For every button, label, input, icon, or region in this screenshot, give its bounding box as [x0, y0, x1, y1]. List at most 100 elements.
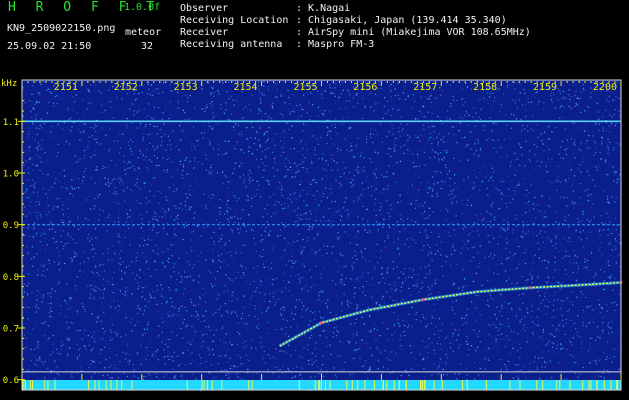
noise-dot — [527, 125, 529, 127]
noise-dot — [184, 271, 186, 273]
noise-dot — [140, 171, 142, 173]
noise-dot — [33, 256, 35, 258]
noise-dot — [599, 276, 602, 279]
noise-dot — [117, 203, 119, 205]
noise-dot — [369, 231, 371, 233]
noise-dot — [420, 134, 422, 136]
noise-dot — [275, 348, 277, 350]
noise-dot — [86, 256, 88, 258]
noise-dot — [386, 357, 388, 359]
noise-dot — [449, 235, 451, 237]
noise-dot — [410, 352, 412, 354]
noise-dot — [544, 360, 546, 362]
noise-dot — [340, 93, 343, 95]
noise-dot — [215, 195, 218, 197]
noise-dot — [263, 81, 265, 83]
noise-dot — [439, 117, 441, 119]
noise-dot — [212, 112, 214, 114]
noise-dot — [440, 180, 442, 182]
noise-dot — [117, 212, 119, 214]
noise-dot — [517, 107, 519, 109]
noise-dot — [73, 188, 75, 190]
noise-dot — [541, 161, 543, 163]
noise-dot — [234, 125, 236, 127]
noise-dot — [333, 367, 335, 369]
noise-dot — [558, 351, 560, 353]
noise-dot — [527, 279, 529, 281]
noise-dot — [139, 309, 142, 311]
noise-dot — [344, 201, 346, 203]
noise-dot — [443, 136, 445, 138]
noise-dot — [260, 234, 263, 236]
noise-dot — [525, 233, 527, 235]
noise-dot — [580, 150, 582, 152]
noise-dot — [451, 323, 453, 326]
noise-dot — [48, 262, 51, 265]
noise-dot — [208, 270, 211, 272]
noise-dot — [182, 238, 184, 241]
noise-dot — [227, 194, 229, 196]
noise-dot — [36, 290, 38, 292]
noise-dot — [597, 299, 600, 301]
noise-dot — [340, 184, 343, 186]
noise-dot — [230, 228, 232, 231]
noise-dot — [140, 227, 142, 229]
noise-dot — [427, 236, 429, 238]
noise-dot — [28, 158, 30, 160]
noise-dot — [272, 107, 274, 109]
noise-dot — [182, 352, 184, 354]
noise-dot — [518, 142, 520, 145]
noise-dot — [150, 84, 153, 86]
noise-dot — [223, 153, 225, 155]
noise-dot — [243, 295, 245, 297]
noise-dot — [130, 318, 133, 320]
noise-dot — [394, 88, 396, 90]
noise-dot — [93, 309, 95, 311]
noise-dot — [67, 207, 69, 210]
noise-dot — [466, 378, 468, 381]
noise-dot — [265, 259, 267, 262]
noise-dot — [305, 213, 307, 215]
noise-dot — [114, 191, 117, 193]
noise-dot — [328, 324, 330, 326]
noise-dot — [585, 266, 587, 269]
noise-dot — [166, 260, 169, 262]
noise-dot — [311, 364, 314, 366]
noise-dot — [76, 313, 78, 315]
noise-dot — [262, 162, 264, 164]
noise-dot — [453, 229, 455, 231]
noise-dot — [419, 231, 421, 233]
noise-dot — [221, 327, 223, 329]
noise-dot — [180, 275, 182, 277]
noise-dot — [404, 243, 406, 245]
noise-dot — [352, 336, 354, 338]
noise-dot — [258, 108, 260, 110]
noise-dot — [113, 300, 115, 302]
noise-dot — [147, 134, 149, 136]
noise-dot — [613, 180, 615, 182]
noise-dot — [550, 378, 553, 380]
noise-dot — [48, 247, 50, 249]
noise-dot — [268, 269, 270, 271]
noise-dot — [298, 233, 300, 235]
noise-dot — [117, 235, 120, 237]
noise-dot — [32, 123, 34, 125]
noise-dot — [580, 81, 583, 83]
noise-dot — [372, 284, 374, 286]
noise-dot — [242, 306, 244, 308]
noise-dot — [618, 254, 620, 256]
noise-dot — [256, 250, 258, 252]
noise-dot — [99, 214, 101, 216]
noise-dot — [52, 208, 54, 210]
noise-dot — [500, 227, 502, 229]
noise-dot — [50, 125, 52, 128]
noise-dot — [205, 366, 207, 368]
noise-dot — [307, 153, 309, 155]
noise-dot — [249, 148, 251, 150]
noise-dot — [547, 236, 549, 238]
noise-dot — [42, 139, 45, 141]
noise-dot — [145, 124, 147, 126]
noise-dot — [438, 133, 441, 135]
noise-dot — [522, 227, 524, 229]
noise-dot — [263, 346, 265, 348]
